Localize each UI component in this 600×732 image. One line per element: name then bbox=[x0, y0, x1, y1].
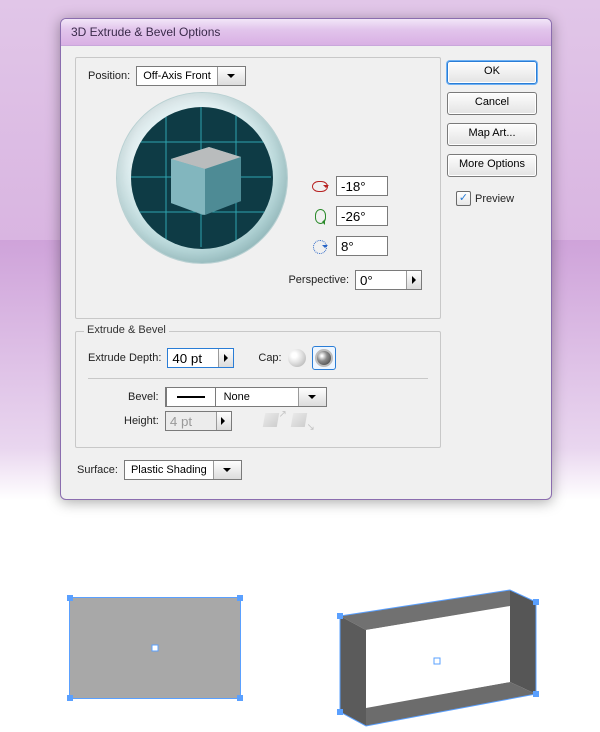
rotate-x-input[interactable] bbox=[336, 176, 388, 196]
bevel-height-label: Height: bbox=[124, 415, 159, 427]
extruded-rectangle bbox=[310, 572, 560, 732]
extrude-depth-input[interactable] bbox=[167, 348, 234, 368]
artwork-examples bbox=[0, 560, 600, 710]
cap-off-button[interactable] bbox=[312, 346, 336, 370]
check-icon: ✓ bbox=[456, 191, 471, 206]
position-dropdown[interactable]: Off-Axis Front bbox=[136, 66, 246, 86]
surface-label: Surface: bbox=[77, 464, 118, 476]
bevel-extent-out-icon bbox=[262, 411, 284, 431]
rotation-trackball[interactable] bbox=[116, 92, 288, 264]
cap-on-icon[interactable] bbox=[288, 349, 306, 367]
cancel-button[interactable]: Cancel bbox=[447, 92, 537, 115]
rotate-y-input[interactable] bbox=[336, 206, 388, 226]
bevel-extent-in-icon bbox=[290, 411, 312, 431]
bevel-label: Bevel: bbox=[128, 391, 159, 403]
chevron-down-icon bbox=[217, 67, 245, 85]
more-options-button[interactable]: More Options bbox=[447, 154, 537, 177]
rotate-y-icon bbox=[312, 209, 330, 224]
dialog-title: 3D Extrude & Bevel Options bbox=[61, 19, 551, 46]
arrow-right-icon bbox=[406, 271, 421, 289]
cap-off-icon bbox=[315, 349, 333, 367]
surface-dropdown[interactable]: Plastic Shading bbox=[124, 460, 242, 480]
rotate-x-icon bbox=[312, 179, 330, 194]
flat-rectangle bbox=[70, 598, 240, 698]
surface-value: Plastic Shading bbox=[125, 464, 213, 476]
bevel-value: None bbox=[216, 391, 298, 403]
arrow-right-icon bbox=[218, 349, 233, 367]
arrow-right-icon bbox=[216, 412, 231, 430]
chevron-down-icon bbox=[213, 461, 241, 479]
extrude-bevel-dialog: 3D Extrude & Bevel Options OK Cancel Map… bbox=[60, 18, 552, 500]
position-label: Position: bbox=[88, 70, 130, 82]
cube-icon bbox=[161, 135, 253, 227]
cap-label: Cap: bbox=[258, 352, 281, 364]
perspective-label: Perspective: bbox=[288, 274, 349, 286]
chevron-down-icon bbox=[298, 388, 326, 406]
bevel-swatch-icon bbox=[166, 387, 216, 407]
map-art-button[interactable]: Map Art... bbox=[447, 123, 537, 146]
position-value: Off-Axis Front bbox=[137, 70, 217, 82]
extrude-depth-label: Extrude Depth: bbox=[88, 352, 161, 364]
ok-button[interactable]: OK bbox=[447, 61, 537, 84]
rotate-z-input[interactable] bbox=[336, 236, 388, 256]
extrude-bevel-legend: Extrude & Bevel bbox=[84, 324, 169, 336]
bevel-dropdown[interactable]: None bbox=[165, 387, 327, 407]
preview-label: Preview bbox=[475, 193, 514, 205]
bevel-height-input bbox=[165, 411, 232, 431]
preview-checkbox[interactable]: ✓ Preview bbox=[456, 191, 537, 206]
perspective-input[interactable] bbox=[355, 270, 422, 290]
rotate-z-icon bbox=[312, 239, 330, 254]
